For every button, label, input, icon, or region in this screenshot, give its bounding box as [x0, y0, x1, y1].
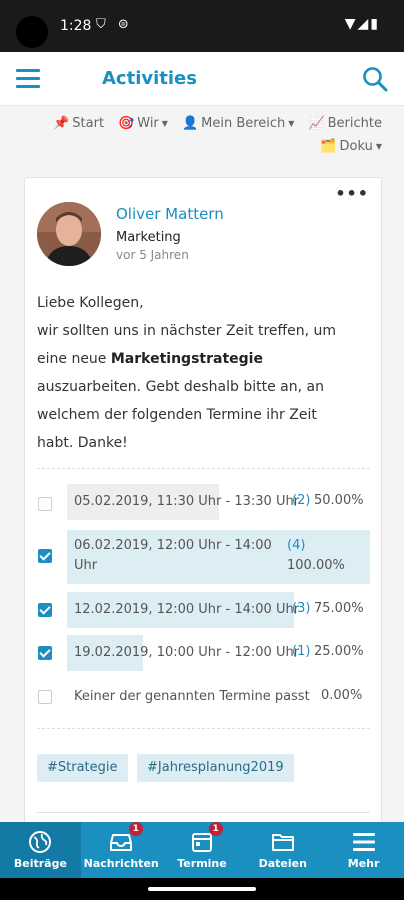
post-text-span: eine neue	[37, 351, 111, 367]
tab-nachrichten-label: Nachrichten	[83, 857, 159, 870]
divider	[37, 468, 370, 469]
author-department: Marketing	[116, 230, 181, 245]
nav-start-label: Start	[72, 116, 105, 131]
chart-icon: 📈	[308, 116, 325, 131]
nav-berichte-label: Berichte	[327, 116, 382, 131]
search-icon[interactable]	[362, 66, 388, 92]
folder-icon	[271, 834, 294, 851]
globe-icon	[29, 831, 52, 853]
poll-option-label-line: Uhr	[74, 558, 98, 573]
folder-icon: 🗂️	[320, 139, 337, 154]
nav-doku[interactable]: 🗂️ Doku ▼	[320, 139, 382, 154]
tab-beitraege[interactable]: Beiträge	[0, 822, 81, 878]
poll-checkbox[interactable]	[38, 549, 52, 563]
tab-termine-label: Termine	[177, 857, 227, 870]
nav-wir-label: Wir	[137, 116, 159, 131]
nav-mein-bereich-label: Mein Bereich	[201, 116, 286, 131]
status-time: 1:28	[60, 18, 92, 34]
avatar[interactable]	[37, 202, 101, 266]
post-line: welchem der folgenden Termine ihr Zeit	[37, 407, 317, 423]
tab-termine[interactable]: 1 Termine	[162, 822, 243, 878]
poll-vote-count[interactable]: (1)	[292, 644, 310, 659]
caret-down-icon: ▼	[375, 142, 382, 151]
post-timestamp: vor 5 Jahren	[116, 248, 189, 262]
app-bar: Activities	[0, 52, 404, 106]
home-indicator[interactable]	[148, 887, 256, 891]
hashtag[interactable]: #Strategie	[37, 754, 128, 782]
poll-option-label: 12.02.2019, 12:00 Uhr - 14:00 Uhr	[74, 602, 300, 617]
status-bar: 1:28 ⛉ ⊜ ▼◢▮	[0, 0, 404, 52]
post-line: wir sollten uns in nächster Zeit treffen…	[37, 323, 337, 339]
post-card: ••• Oliver Mattern Marketing vor 5 Jahre…	[24, 177, 382, 837]
poll-percent: 100.00%	[287, 558, 345, 573]
hashtag[interactable]: #Jahresplanung2019	[137, 754, 294, 782]
poll-option-label: 19.02.2019, 10:00 Uhr - 12:00 Uhr	[74, 645, 300, 660]
bottom-nav: Beiträge 1 Nachrichten 1 Termine Dateien…	[0, 822, 404, 878]
system-icons: ▼◢▮	[344, 16, 380, 32]
target-icon: 🎯	[118, 116, 135, 131]
tab-beitraege-label: Beiträge	[13, 857, 67, 870]
notification-badge: 1	[208, 822, 223, 836]
poll-checkbox[interactable]	[38, 603, 52, 617]
poll-percent: 0.00%	[321, 688, 363, 703]
post-bold-text: Marketingstrategie	[110, 351, 263, 367]
camera-cutout	[16, 16, 48, 48]
page-title: Activities	[102, 68, 197, 89]
pin-icon: 📌	[53, 116, 70, 131]
author-name[interactable]: Oliver Mattern	[116, 205, 224, 223]
nav-mein-bereich[interactable]: 👤 Mein Bereich ▼	[182, 116, 295, 131]
person-icon: 👤	[181, 116, 199, 131]
divider	[37, 812, 370, 813]
post-line: auszuarbeiten. Gebt deshalb bitte an, an	[37, 379, 324, 395]
gesture-bar	[0, 878, 404, 900]
poll-vote-count[interactable]: (3)	[292, 601, 310, 616]
nav-berichte[interactable]: 📈 Berichte	[308, 116, 382, 131]
poll-vote-count[interactable]: (4)	[287, 538, 305, 553]
section-nav: 📌 Start 🎯 Wir ▼ 👤 Mein Bereich ▼ 📈 Berichte 🗂️…	[0, 106, 404, 166]
poll-checkbox[interactable]	[38, 646, 52, 660]
nav-doku-label: Doku	[339, 139, 373, 154]
poll-checkbox[interactable]	[38, 690, 52, 704]
inbox-icon	[110, 834, 133, 851]
caret-down-icon: ▼	[161, 119, 168, 128]
poll-percent: 75.00%	[314, 601, 364, 616]
notification-icons: ⛉ ⊜	[96, 17, 133, 32]
tab-nachrichten[interactable]: 1 Nachrichten	[81, 822, 162, 878]
tab-dateien[interactable]: Dateien	[242, 822, 323, 878]
nav-wir[interactable]: 🎯 Wir ▼	[118, 116, 168, 131]
poll-option-label: 06.02.2019, 12:00 Uhr - 14:00 Uhr	[74, 536, 272, 576]
post-body: Liebe Kollegen, wir sollten uns in nächs…	[37, 289, 372, 457]
menu-icon[interactable]	[16, 69, 40, 89]
caret-down-icon: ▼	[288, 119, 295, 128]
poll-percent: 50.00%	[314, 493, 364, 508]
more-options-icon[interactable]: •••	[335, 184, 369, 203]
post-line: eine neue Marketingstrategie	[37, 345, 372, 373]
divider	[37, 728, 370, 729]
poll-option-label-line: 06.02.2019, 12:00 Uhr - 14:00	[74, 538, 272, 553]
tab-dateien-label: Dateien	[258, 857, 307, 870]
poll-checkbox[interactable]	[38, 497, 52, 511]
poll-percent: 25.00%	[314, 644, 364, 659]
menu-icon	[352, 833, 375, 851]
notification-badge: 1	[128, 822, 143, 836]
tab-mehr[interactable]: Mehr	[323, 822, 404, 878]
tab-mehr-label: Mehr	[347, 857, 380, 870]
avatar-image	[37, 202, 101, 266]
nav-start[interactable]: 📌 Start	[53, 116, 104, 131]
poll-option-label: Keiner der genannten Termine passt	[74, 689, 310, 704]
post-line: Liebe Kollegen,	[37, 295, 144, 311]
poll-vote-count[interactable]: (2)	[292, 493, 310, 508]
post-line: habt. Danke!	[37, 435, 128, 451]
poll-option-label: 05.02.2019, 11:30 Uhr - 13:30 Uhr	[74, 494, 300, 509]
